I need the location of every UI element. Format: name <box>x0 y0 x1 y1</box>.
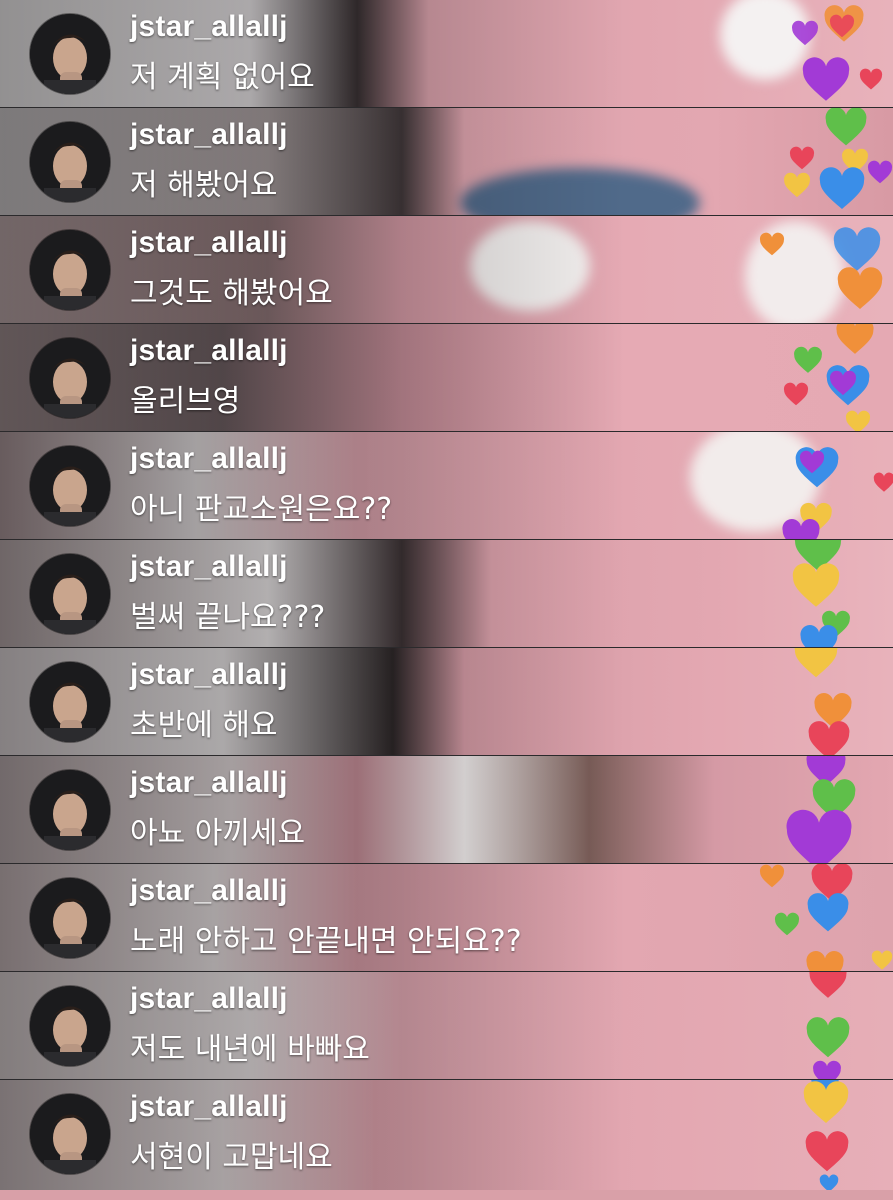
comment-message: 올리브영 <box>130 384 241 419</box>
floating-hearts <box>763 432 893 539</box>
heart-icon <box>819 1174 839 1190</box>
comment-message: 초반에 해요 <box>130 708 278 743</box>
heart-icon <box>786 809 852 863</box>
username[interactable]: jstar_allallj <box>130 550 288 584</box>
heart-icon <box>809 972 847 998</box>
heart-icon <box>871 950 893 970</box>
comment-message: 노래 안하고 안끝내면 안되요?? <box>130 924 522 959</box>
floating-hearts <box>759 216 893 323</box>
heart-icon <box>806 1017 850 1058</box>
username[interactable]: jstar_allallj <box>130 766 288 800</box>
avatar[interactable] <box>30 554 110 634</box>
heart-icon <box>759 864 785 888</box>
heart-icon <box>800 625 838 647</box>
floating-hearts <box>759 864 893 971</box>
heart-icon <box>813 1060 841 1079</box>
comment-strip: jstar_allallj 초반에 해요 <box>0 648 893 756</box>
avatar[interactable] <box>30 338 110 418</box>
comment-strip: jstar_allallj 서현이 고맙네요 <box>0 1080 893 1190</box>
heart-icon <box>805 1131 849 1172</box>
heart-icon <box>802 57 850 101</box>
comment-message: 아뇨 아끼세요 <box>130 816 306 851</box>
heart-icon <box>819 167 865 209</box>
heart-icon <box>783 382 809 406</box>
username[interactable]: jstar_allallj <box>130 226 288 260</box>
avatar[interactable] <box>30 446 110 526</box>
floating-hearts <box>763 648 893 755</box>
floating-hearts <box>763 540 893 647</box>
heart-icon <box>830 370 856 396</box>
avatar[interactable] <box>30 122 110 202</box>
heart-icon <box>803 1081 849 1123</box>
username[interactable]: jstar_allallj <box>130 658 288 692</box>
avatar[interactable] <box>30 14 110 94</box>
comment-message: 저 계획 없어요 <box>130 60 315 95</box>
comment-message: 저도 내년에 바빠요 <box>130 1032 370 1067</box>
floating-hearts <box>763 0 893 107</box>
heart-icon <box>807 893 849 932</box>
comment-strip: jstar_allallj 저 해봤어요 <box>0 108 893 216</box>
comment-message: 아니 판교소원은요?? <box>130 492 393 527</box>
floating-hearts <box>763 324 893 431</box>
heart-icon <box>867 160 893 184</box>
floating-hearts <box>763 756 893 863</box>
avatar[interactable] <box>30 986 110 1066</box>
username[interactable]: jstar_allallj <box>130 874 288 908</box>
heart-icon <box>836 324 874 354</box>
heart-icon <box>845 410 871 431</box>
comment-message: 저 해봤어요 <box>130 168 278 203</box>
heart-icon <box>792 20 818 46</box>
heart-icon <box>774 912 800 936</box>
avatar[interactable] <box>30 662 110 742</box>
username[interactable]: jstar_allallj <box>130 118 288 152</box>
username[interactable]: jstar_allallj <box>130 982 288 1016</box>
comment-strip: jstar_allallj 아뇨 아끼세요 <box>0 756 893 864</box>
comment-strip: jstar_allallj 아니 판교소원은요?? <box>0 432 893 540</box>
heart-icon <box>784 172 810 198</box>
heart-icon <box>794 648 838 678</box>
comment-strip: jstar_allallj 그것도 해봤어요 <box>0 216 893 324</box>
username[interactable]: jstar_allallj <box>130 442 288 476</box>
heart-icon <box>759 232 785 256</box>
username[interactable]: jstar_allallj <box>130 334 288 368</box>
comment-message: 서현이 고맙네요 <box>130 1140 333 1175</box>
comment-strip: jstar_allallj 저도 내년에 바빠요 <box>0 972 893 1080</box>
comment-strip: jstar_allallj 올리브영 <box>0 324 893 432</box>
heart-icon <box>829 14 855 38</box>
heart-icon <box>794 346 822 373</box>
heart-icon <box>806 951 844 971</box>
comment-strip: jstar_allallj 벌써 끝나요??? <box>0 540 893 648</box>
comment-strip: jstar_allallj 노래 안하고 안끝내면 안되요?? <box>0 864 893 972</box>
avatar[interactable] <box>30 770 110 850</box>
floating-hearts <box>763 108 893 215</box>
floating-hearts <box>763 1080 893 1190</box>
comment-message: 그것도 해봤어요 <box>130 276 333 311</box>
heart-icon <box>825 108 867 146</box>
comment-message: 벌써 끝나요??? <box>130 600 326 635</box>
comment-strip: jstar_allallj 저 계획 없어요 <box>0 0 893 108</box>
avatar[interactable] <box>30 230 110 310</box>
heart-icon <box>808 721 850 755</box>
heart-icon <box>792 563 840 607</box>
heart-icon <box>799 450 825 474</box>
username[interactable]: jstar_allallj <box>130 10 288 44</box>
heart-icon <box>873 472 893 492</box>
heart-icon <box>782 519 820 539</box>
heart-icon <box>859 68 883 90</box>
avatar[interactable] <box>30 878 110 958</box>
floating-hearts <box>763 972 893 1079</box>
heart-icon <box>789 146 815 170</box>
username[interactable]: jstar_allallj <box>130 1090 288 1124</box>
heart-icon <box>837 267 883 309</box>
avatar[interactable] <box>30 1094 110 1174</box>
live-comment-collage: jstar_allallj 저 계획 없어요 jstar_allallj 저 해… <box>0 0 893 1200</box>
